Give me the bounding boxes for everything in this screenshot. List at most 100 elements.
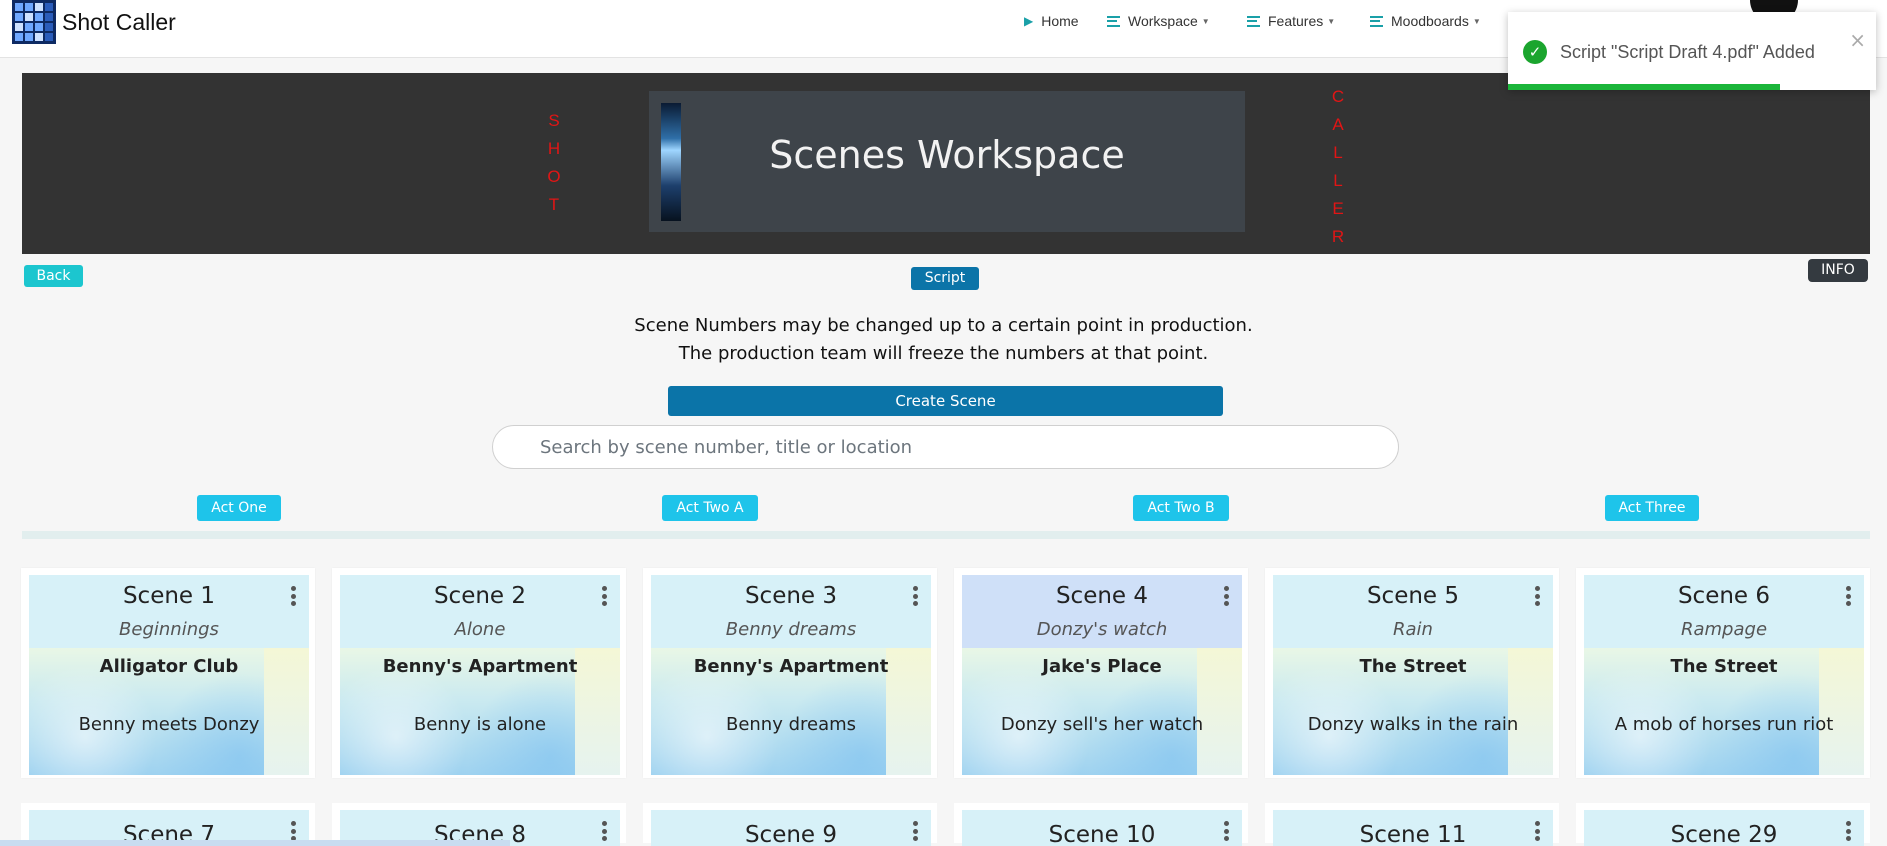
scene-location: The Street bbox=[1359, 656, 1467, 677]
nav-home-label: Home bbox=[1041, 13, 1079, 29]
banner-letter: L bbox=[1333, 171, 1343, 190]
brand[interactable]: Shot Caller bbox=[12, 0, 176, 44]
scene-card[interactable]: Scene 3 Benny dreams Benny's Apartment B… bbox=[643, 568, 937, 778]
scene-card-header: Scene 29 bbox=[1584, 810, 1864, 846]
more-vertical-icon[interactable] bbox=[602, 821, 608, 841]
scene-location: Benny's Apartment bbox=[693, 656, 889, 677]
check-icon: ✓ bbox=[1523, 40, 1547, 64]
banner-left-word: SHOT bbox=[544, 107, 564, 219]
more-vertical-icon[interactable] bbox=[1535, 821, 1541, 841]
app-name: Shot Caller bbox=[62, 8, 176, 35]
scene-description: Benny is alone bbox=[413, 714, 547, 735]
more-vertical-icon[interactable] bbox=[1224, 586, 1230, 606]
scene-description: Benny dreams bbox=[725, 714, 857, 735]
more-vertical-icon[interactable] bbox=[291, 586, 297, 606]
scene-card-header: Scene 6 Rampage bbox=[1584, 575, 1864, 648]
banner-letter: T bbox=[548, 195, 560, 214]
more-vertical-icon[interactable] bbox=[1224, 821, 1230, 841]
scene-card[interactable]: Scene 10 bbox=[954, 803, 1248, 846]
scene-card[interactable]: Scene 29 bbox=[1576, 803, 1870, 846]
scene-location: Alligator Club bbox=[99, 656, 239, 677]
chevron-down-icon: ▼ bbox=[1201, 16, 1210, 26]
scene-title: Scene 29 bbox=[1670, 822, 1778, 846]
scene-card[interactable]: Scene 9 bbox=[643, 803, 937, 846]
banner-title-box: Scenes Workspace bbox=[649, 91, 1245, 232]
scene-subtitle: Rain bbox=[1393, 619, 1433, 640]
play-icon: ▶ bbox=[1024, 14, 1034, 28]
scene-description: Donzy walks in the rain bbox=[1307, 714, 1519, 735]
banner-letter: H bbox=[547, 139, 561, 158]
script-button[interactable]: Script bbox=[911, 267, 979, 290]
back-button[interactable]: Back bbox=[24, 265, 83, 287]
scene-card[interactable]: Scene 8 bbox=[332, 803, 626, 846]
banner-right-word: CALLER bbox=[1328, 83, 1348, 251]
scene-card[interactable]: Scene 1 Beginnings Alligator Club Benny … bbox=[21, 568, 315, 778]
nav-workspace[interactable]: Workspace ▼ bbox=[1107, 10, 1210, 32]
nav-workspace-label: Workspace bbox=[1128, 13, 1198, 29]
banner-letter: S bbox=[548, 111, 560, 130]
more-vertical-icon[interactable] bbox=[1535, 586, 1541, 606]
scene-description: A mob of horses run riot bbox=[1614, 714, 1834, 735]
act-one-button[interactable]: Act One bbox=[197, 495, 281, 521]
more-vertical-icon[interactable] bbox=[1846, 821, 1852, 841]
horizontal-scrollbar[interactable] bbox=[0, 840, 510, 846]
toast-message: Script "Script Draft 4.pdf" Added bbox=[1560, 42, 1815, 62]
scene-card-body: Benny's Apartment Benny dreams bbox=[651, 648, 931, 775]
page-title: Scenes Workspace bbox=[769, 133, 1125, 177]
scene-card[interactable]: Scene 7 bbox=[21, 803, 315, 846]
scene-title: Scene 3 bbox=[744, 583, 838, 609]
scene-card[interactable]: Scene 6 Rampage The Street A mob of hors… bbox=[1576, 568, 1870, 778]
scene-title: Scene 9 bbox=[744, 822, 838, 846]
create-scene-button[interactable]: Create Scene bbox=[668, 386, 1223, 416]
nav-home[interactable]: ▶ Home bbox=[1024, 10, 1079, 32]
more-vertical-icon[interactable] bbox=[913, 586, 919, 606]
logo-icon bbox=[12, 0, 56, 44]
chevron-down-icon: ▼ bbox=[1327, 16, 1336, 26]
nav-features[interactable]: Features ▼ bbox=[1247, 10, 1335, 32]
app-root: Shot Caller ▶ Home Workspace ▼ Features … bbox=[0, 0, 1887, 846]
chevron-down-icon: ▼ bbox=[1472, 16, 1481, 26]
toast-notification: ✓ Script "Script Draft 4.pdf" Added × bbox=[1508, 12, 1876, 90]
scene-card[interactable]: Scene 11 bbox=[1265, 803, 1559, 846]
scene-card-body: Jake's Place Donzy sell's her watch bbox=[962, 648, 1242, 775]
more-vertical-icon[interactable] bbox=[291, 821, 297, 841]
scene-description: Benny meets Donzy bbox=[78, 714, 260, 735]
scene-card-header: Scene 4 Donzy's watch bbox=[962, 575, 1242, 648]
info-button[interactable]: INFO bbox=[1808, 259, 1868, 282]
act-two-b-button[interactable]: Act Two B bbox=[1133, 495, 1229, 521]
more-vertical-icon[interactable] bbox=[1846, 586, 1852, 606]
scene-title: Scene 4 bbox=[1055, 583, 1149, 609]
scene-card-header: Scene 3 Benny dreams bbox=[651, 575, 931, 648]
nav-moodboards-label: Moodboards bbox=[1391, 13, 1469, 29]
search-input[interactable] bbox=[492, 425, 1399, 469]
more-vertical-icon[interactable] bbox=[913, 821, 919, 841]
scene-location: Jake's Place bbox=[1042, 656, 1162, 677]
info-text: Scene Numbers may be changed up to a cer… bbox=[0, 312, 1887, 368]
scene-card[interactable]: Scene 2 Alone Benny's Apartment Benny is… bbox=[332, 568, 626, 778]
scene-card-body: Benny's Apartment Benny is alone bbox=[340, 648, 620, 775]
close-icon[interactable]: × bbox=[1849, 28, 1866, 52]
scene-title: Scene 11 bbox=[1359, 822, 1467, 846]
act-three-button[interactable]: Act Three bbox=[1605, 495, 1699, 521]
nav-features-label: Features bbox=[1268, 13, 1324, 29]
menu-icon bbox=[1107, 15, 1120, 27]
act-two-a-button[interactable]: Act Two A bbox=[662, 495, 758, 521]
scene-location: Benny's Apartment bbox=[382, 656, 578, 677]
scene-title: Scene 2 bbox=[433, 583, 527, 609]
scene-card-body: The Street A mob of horses run riot bbox=[1584, 648, 1864, 775]
scene-card-header: Scene 11 bbox=[1273, 810, 1553, 846]
scene-title: Scene 5 bbox=[1366, 583, 1460, 609]
workspace-banner: SHOT Scenes Workspace CALLER bbox=[22, 73, 1870, 254]
scene-card-header: Scene 1 Beginnings bbox=[29, 575, 309, 648]
toast-progress-bar bbox=[1508, 84, 1781, 90]
nav-moodboards[interactable]: Moodboards ▼ bbox=[1370, 10, 1481, 32]
scene-card-header: Scene 10 bbox=[962, 810, 1242, 846]
scene-card[interactable]: Scene 4 Donzy's watch Jake's Place Donzy… bbox=[954, 568, 1248, 778]
menu-icon bbox=[1370, 15, 1383, 27]
scene-card-header: Scene 9 bbox=[651, 810, 931, 846]
scene-card-body: The Street Donzy walks in the rain bbox=[1273, 648, 1553, 775]
more-vertical-icon[interactable] bbox=[602, 586, 608, 606]
scene-card[interactable]: Scene 5 Rain The Street Donzy walks in t… bbox=[1265, 568, 1559, 778]
info-line-2: The production team will freeze the numb… bbox=[678, 343, 1209, 364]
scene-title: Scene 6 bbox=[1677, 583, 1771, 609]
